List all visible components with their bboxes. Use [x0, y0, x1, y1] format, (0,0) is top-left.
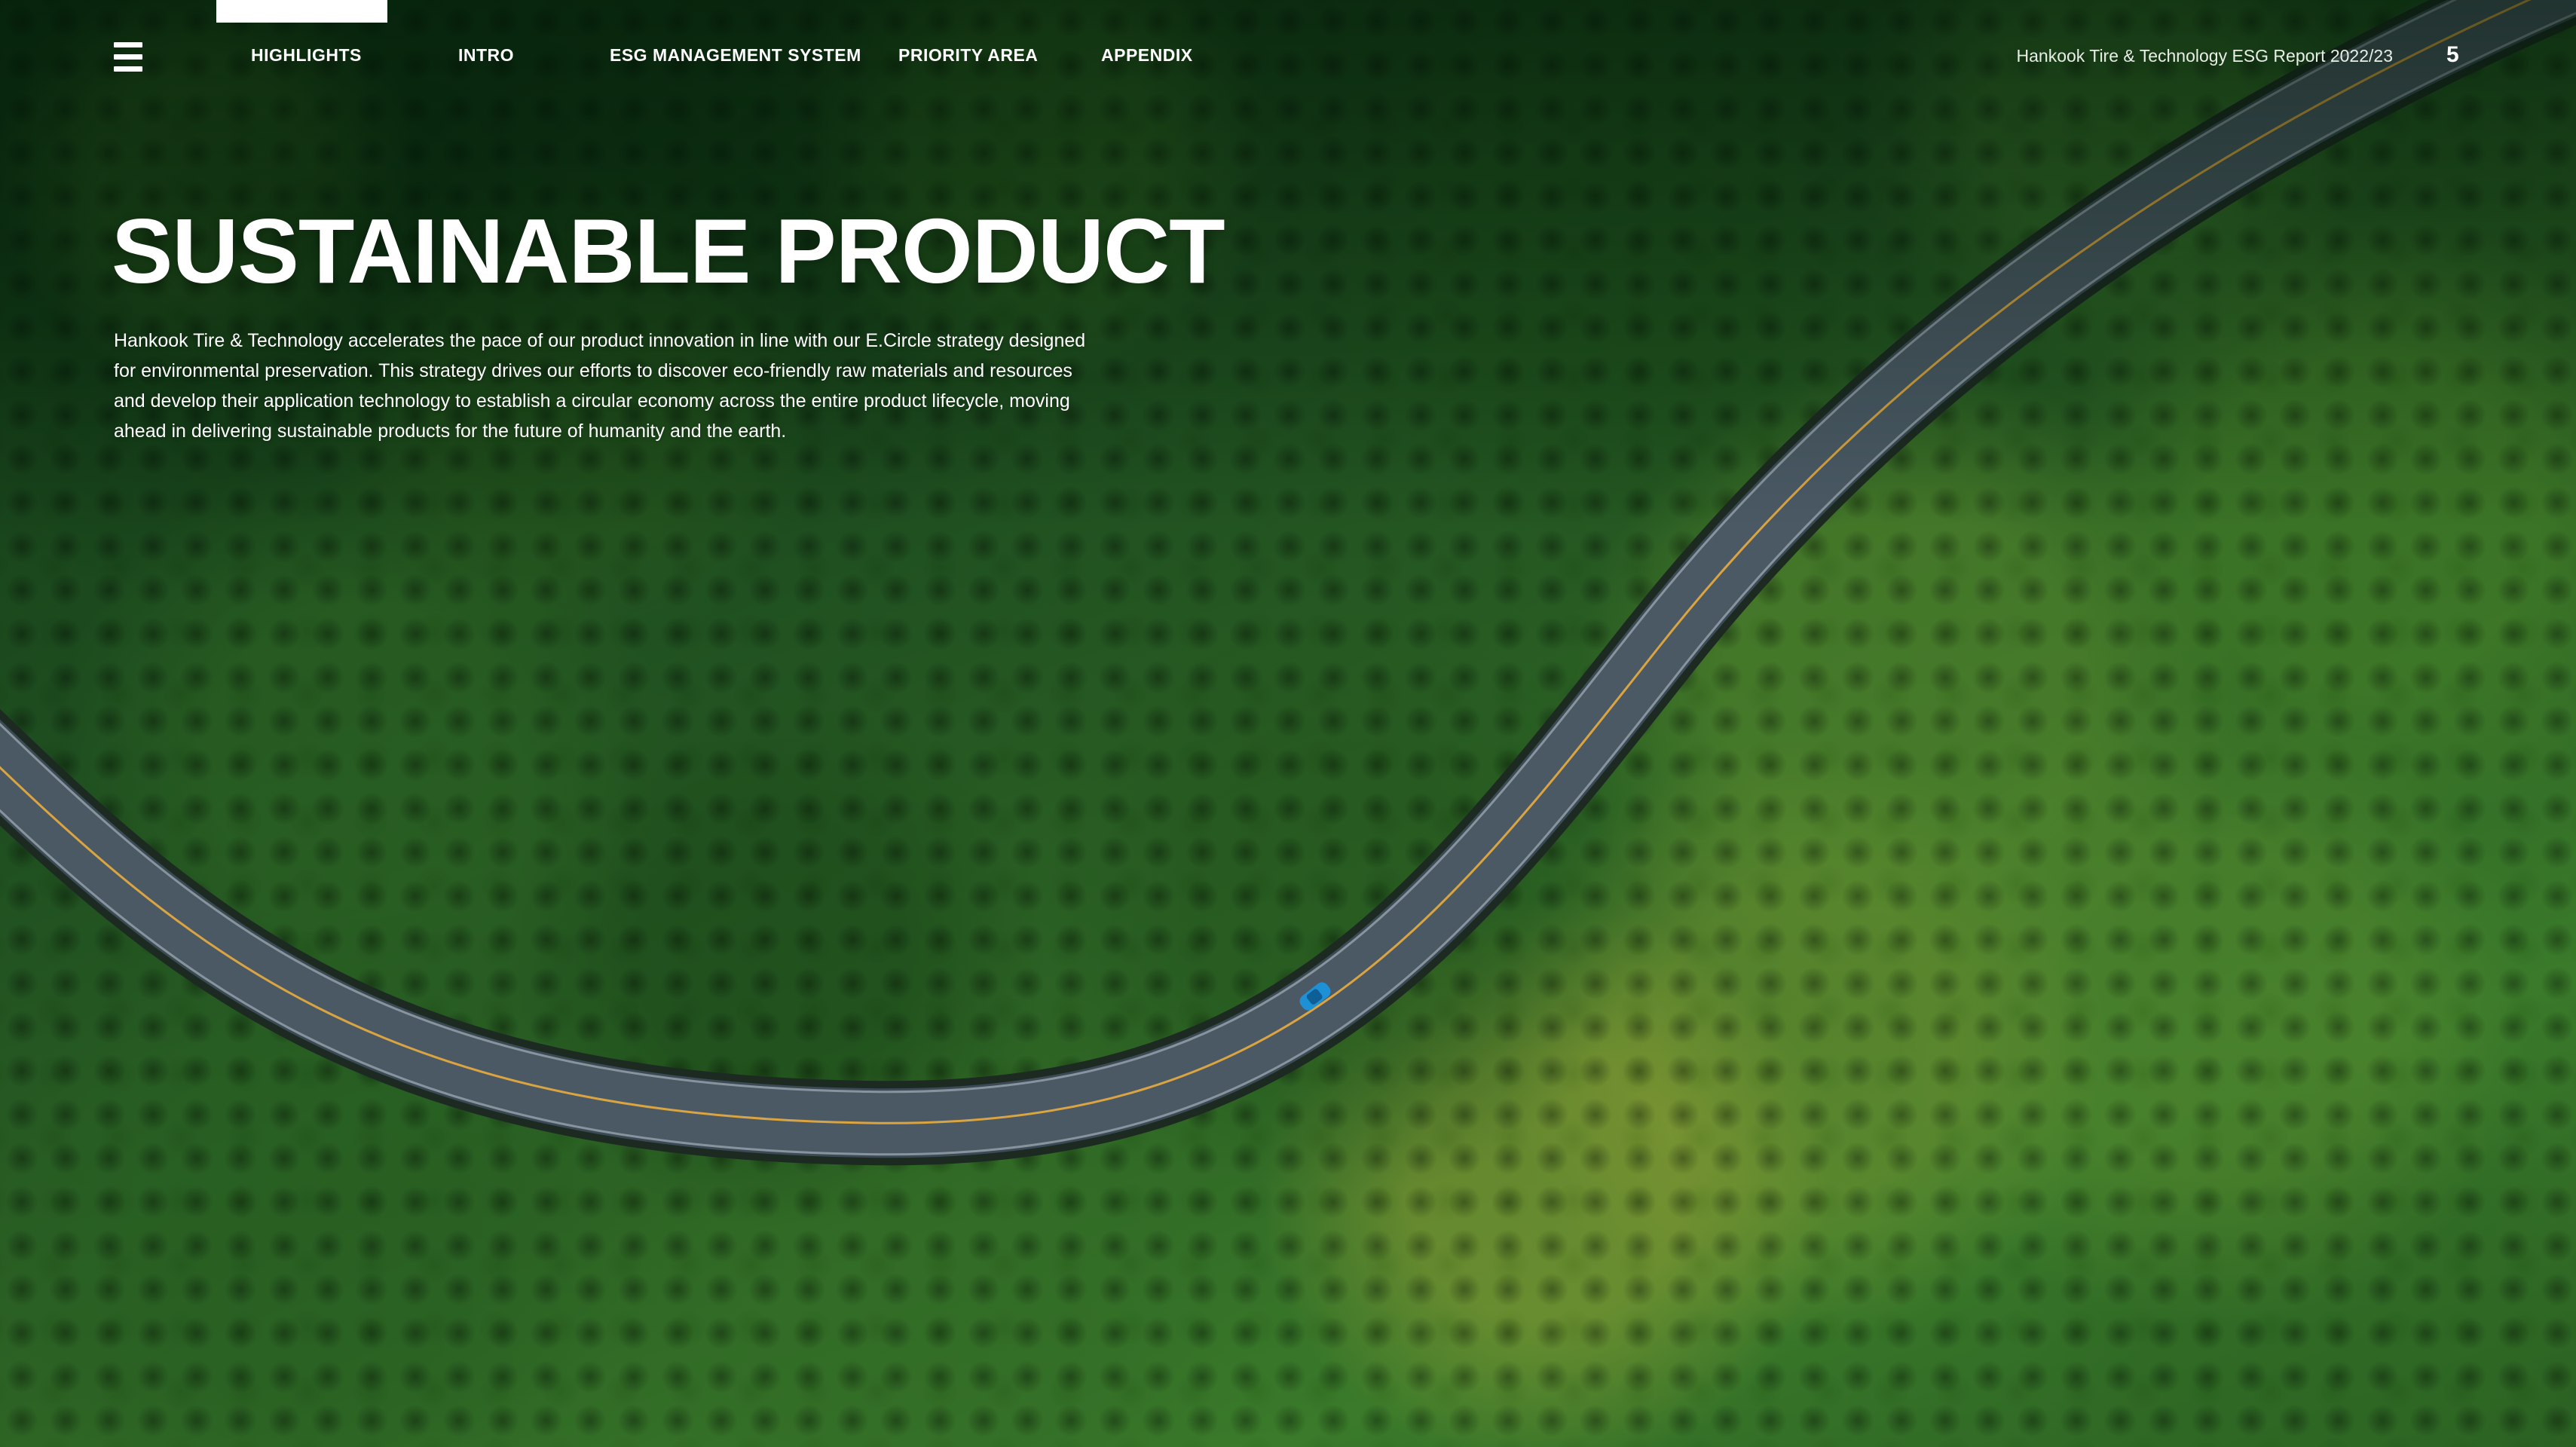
menu-bar [114, 66, 142, 72]
nav-item-intro[interactable]: INTRO [458, 45, 514, 66]
page-title: SUSTAINABLE PRODUCT [112, 200, 1225, 302]
page-description: Hankook Tire & Technology accelerates th… [114, 330, 1086, 442]
nav-item-highlights[interactable]: HIGHLIGHTS [251, 45, 362, 66]
menu-bar [114, 42, 142, 47]
esg-report-page: HIGHLIGHTS INTRO ESG MANAGEMENT SYSTEM P… [0, 0, 2576, 1447]
hamburger-menu-icon[interactable] [114, 42, 142, 72]
nav-item-appendix[interactable]: APPENDIX [1101, 45, 1193, 66]
nav-item-esg-management-system[interactable]: ESG MANAGEMENT SYSTEM [610, 45, 861, 66]
nav-item-priority-area[interactable]: PRIORITY AREA [898, 45, 1038, 66]
report-title: Hankook Tire & Technology ESG Report 202… [2016, 46, 2394, 66]
active-nav-indicator [216, 0, 387, 23]
menu-bar [114, 54, 142, 60]
page-number: 5 [2446, 42, 2459, 67]
